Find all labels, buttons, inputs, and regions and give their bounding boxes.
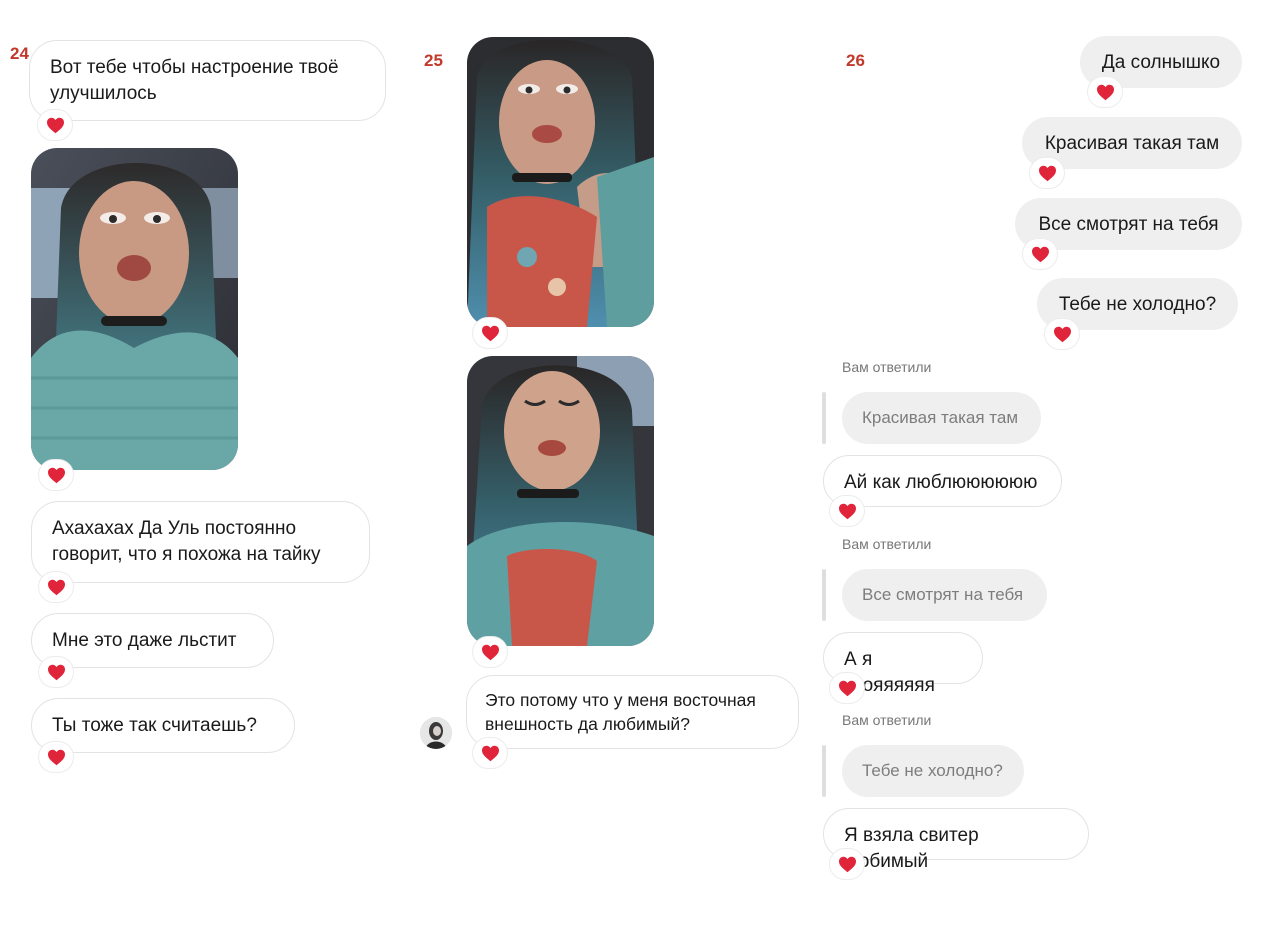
quoted-message[interactable]: Тебе не холодно? <box>842 745 1024 797</box>
heart-icon <box>46 117 65 134</box>
heart-icon <box>838 503 857 520</box>
screenshot-number-25: 25 <box>424 51 443 70</box>
heart-icon <box>481 325 500 342</box>
heart-reaction[interactable] <box>829 495 865 527</box>
heart-icon <box>481 644 500 661</box>
heart-reaction[interactable] <box>472 636 508 668</box>
incoming-message[interactable]: Ахахахах Да Уль постоянно говорит, что я… <box>31 501 370 583</box>
photo-message-selfie-eyes-closed[interactable] <box>467 356 654 646</box>
incoming-message[interactable]: Это потому что у меня восточная внешност… <box>466 675 799 749</box>
replied-label: Вам ответили <box>842 536 932 552</box>
heart-reaction[interactable] <box>38 571 74 603</box>
quote-bar <box>822 569 826 621</box>
heart-icon <box>1038 165 1057 182</box>
heart-reaction[interactable] <box>1029 157 1065 189</box>
replied-label: Вам ответили <box>842 712 932 728</box>
quoted-message[interactable]: Все смотрят на тебя <box>842 569 1047 621</box>
heart-icon <box>47 664 66 681</box>
photo-message-selfie-hand[interactable] <box>467 37 654 327</box>
heart-reaction[interactable] <box>38 656 74 688</box>
heart-reaction[interactable] <box>38 459 74 491</box>
heart-reaction[interactable] <box>472 317 508 349</box>
incoming-reply[interactable]: Я взяла свитер любимый <box>823 808 1089 872</box>
heart-icon <box>1031 246 1050 263</box>
heart-icon <box>47 579 66 596</box>
quote-bar <box>822 392 826 444</box>
screenshot-number-24: 24 <box>10 44 29 63</box>
quoted-message[interactable]: Красивая такая там <box>842 392 1041 444</box>
heart-icon <box>1096 84 1115 101</box>
heart-reaction[interactable] <box>1087 76 1123 108</box>
heart-reaction[interactable] <box>37 109 73 141</box>
heart-reaction[interactable] <box>829 672 865 704</box>
heart-icon <box>481 745 500 762</box>
incoming-message[interactable]: Вот тебе чтобы настроение твоё улучшилос… <box>29 40 386 121</box>
incoming-message[interactable]: Ты тоже так считаешь? <box>31 698 295 753</box>
heart-icon <box>1053 326 1072 343</box>
heart-reaction[interactable] <box>829 848 865 880</box>
screenshot-number-26: 26 <box>846 51 865 70</box>
sender-avatar[interactable] <box>420 717 452 749</box>
heart-reaction[interactable] <box>1022 238 1058 270</box>
heart-reaction[interactable] <box>1044 318 1080 350</box>
heart-reaction[interactable] <box>472 737 508 769</box>
photo-message-selfie-kiss[interactable] <box>31 148 238 470</box>
heart-icon <box>47 467 66 484</box>
heart-icon <box>838 680 857 697</box>
heart-icon <box>838 856 857 873</box>
heart-icon <box>47 749 66 766</box>
quote-bar <box>822 745 826 797</box>
heart-reaction[interactable] <box>38 741 74 773</box>
replied-label: Вам ответили <box>842 359 932 375</box>
